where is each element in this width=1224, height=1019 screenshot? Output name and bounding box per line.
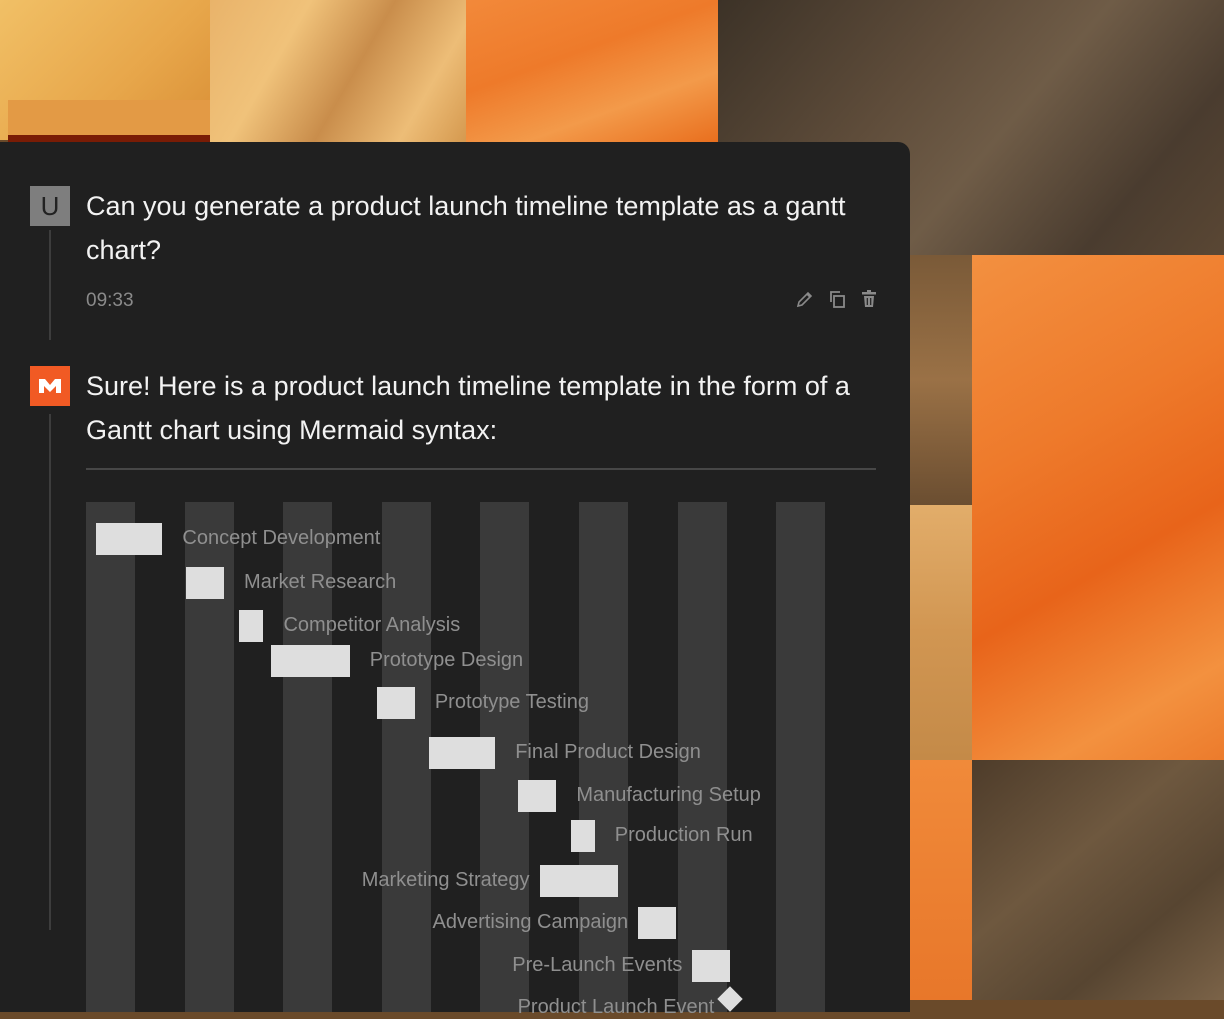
gantt-task-bar [428, 737, 496, 769]
gantt-task-bar [539, 865, 619, 897]
gantt-task-bar [270, 645, 350, 677]
gantt-task-label: Market Research [244, 571, 397, 593]
assistant-message: Sure! Here is a product launch timeline … [86, 371, 850, 445]
background-tile [972, 760, 1224, 1000]
gantt-task-label: Advertising Campaign [432, 911, 629, 933]
gantt-task-label: Prototype Design [369, 649, 524, 671]
thread-line [49, 414, 51, 930]
message-time: 09:33 [86, 290, 134, 311]
background-tile [910, 255, 972, 505]
gantt-task-bar [570, 820, 595, 852]
gantt-chart: Concept Development Market Research Compet… [86, 502, 876, 1018]
gantt-task-label: Production Run [614, 824, 753, 846]
background-tile [210, 0, 466, 142]
copy-icon[interactable] [826, 288, 848, 310]
gantt-task-bar [95, 523, 163, 555]
user-message: Can you generate a product launch timeli… [86, 191, 846, 265]
gantt-task-bar [692, 950, 731, 982]
divider [86, 468, 876, 470]
user-avatar: U [30, 186, 70, 226]
gantt-task-bar [376, 687, 415, 719]
background-tile [972, 255, 1224, 760]
background-tile [910, 505, 972, 760]
gantt-task-label: Prototype Testing [434, 691, 589, 713]
gantt-task-label: Pre-Launch Events [512, 954, 683, 976]
mermaid-logo-icon [39, 379, 61, 393]
thread-line [49, 230, 51, 340]
background-tile [910, 760, 972, 1000]
assistant-avatar [30, 366, 70, 406]
gantt-task-bar [186, 567, 225, 599]
message-actions [794, 288, 880, 310]
gantt-task-bar [238, 610, 264, 642]
background-tile [8, 100, 210, 140]
background-tile [466, 0, 718, 142]
delete-icon[interactable] [858, 288, 880, 310]
chat-panel: U Can you generate a product launch time… [0, 142, 910, 1018]
gantt-task-label: Product Launch Event [517, 996, 715, 1018]
gantt-task-label: Marketing Strategy [361, 869, 530, 891]
gantt-task-bar [518, 780, 557, 812]
edit-icon[interactable] [794, 288, 816, 310]
gantt-task-label: Manufacturing Setup [576, 784, 761, 806]
gantt-task-label: Competitor Analysis [283, 614, 461, 636]
gantt-grid-column [86, 502, 135, 1012]
gantt-grid-column [776, 502, 826, 1012]
gantt-task-bar [638, 907, 677, 939]
gantt-task-label: Final Product Design [515, 741, 701, 763]
gantt-task-label: Concept Development [182, 527, 381, 549]
